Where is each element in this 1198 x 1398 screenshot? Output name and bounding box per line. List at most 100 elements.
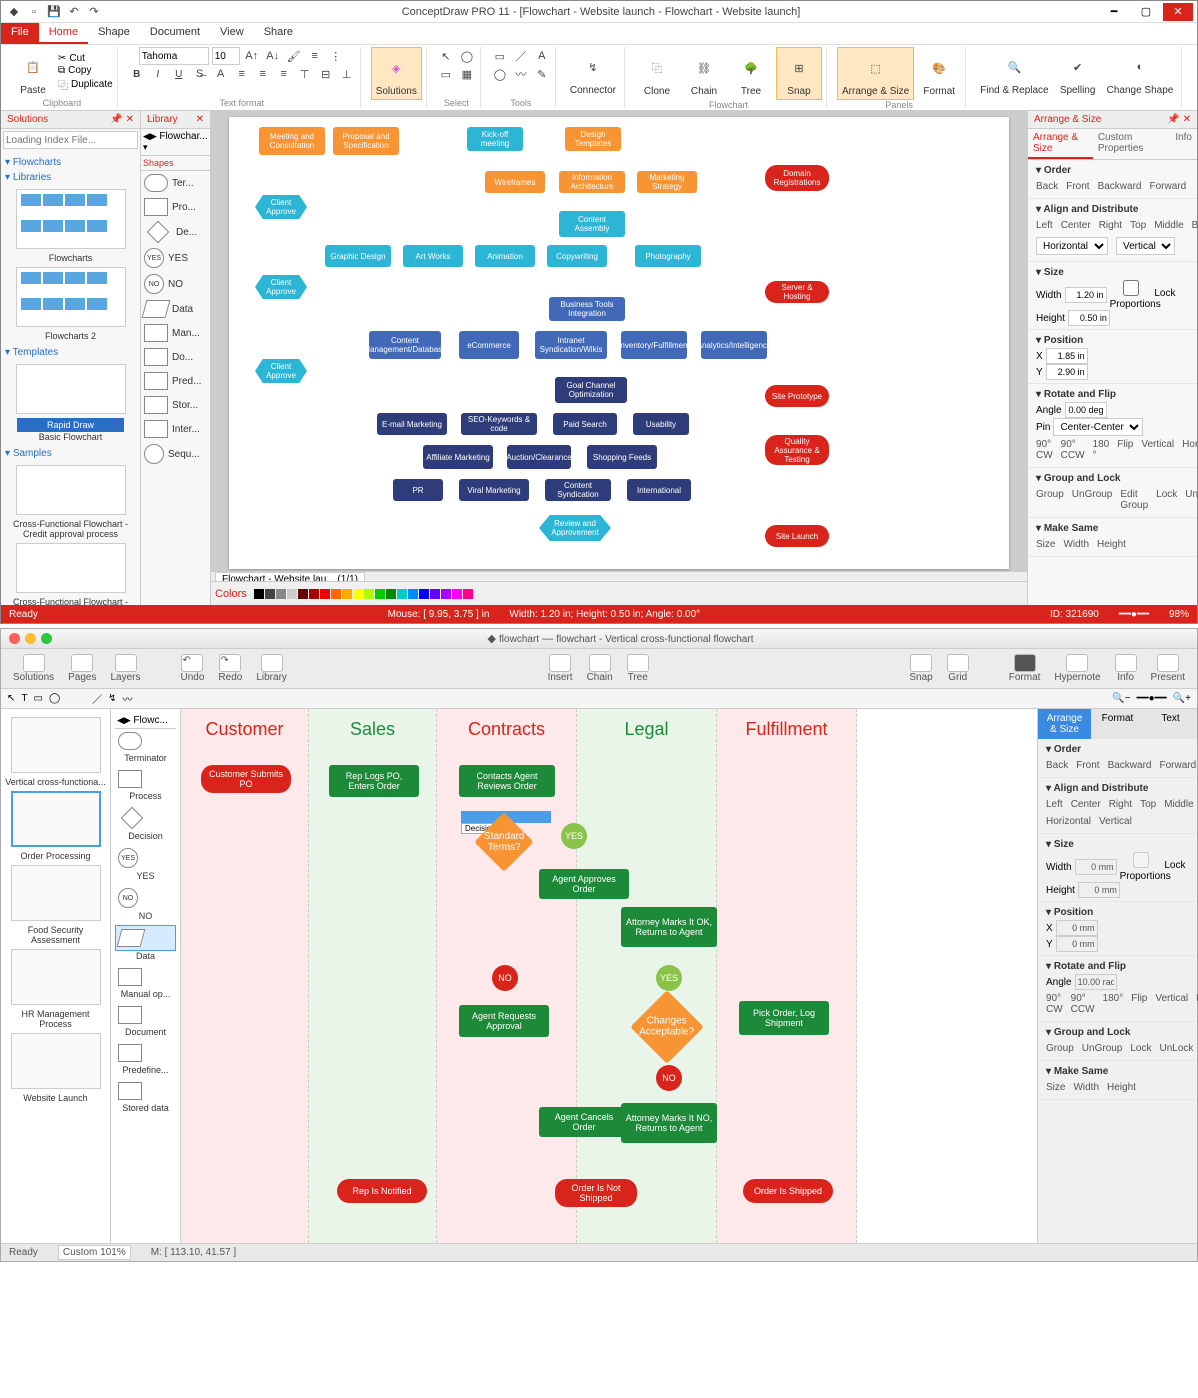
mnode-yes-1[interactable]: YES	[561, 823, 587, 849]
node-meeting[interactable]: Meeting and Consultation	[259, 127, 325, 155]
mnode-yes-2[interactable]: YES	[656, 965, 682, 991]
mnode-pick-order[interactable]: Pick Order, Log Shipment	[739, 1001, 829, 1035]
order-front[interactable]: Front	[1066, 181, 1089, 192]
tool-line-icon[interactable]: ／	[512, 47, 530, 65]
order-backward[interactable]: Backward	[1098, 181, 1142, 192]
node-animation[interactable]: Animation	[475, 245, 535, 267]
tool-rect-icon[interactable]: ▭	[34, 693, 43, 704]
mac-close-button[interactable]	[9, 633, 20, 644]
node-artworks[interactable]: Art Works	[403, 245, 463, 267]
tool-text-icon[interactable]: A	[533, 47, 551, 65]
tb-undo[interactable]: ↶Undo	[177, 652, 209, 685]
node-wireframes[interactable]: Wireframes	[485, 171, 545, 193]
tb-tree[interactable]: Tree	[623, 652, 653, 685]
node-seo[interactable]: SEO-Keywords & code	[461, 413, 537, 435]
font-size-select[interactable]	[212, 47, 240, 65]
macr-tab-arrange[interactable]: Arrange & Size	[1038, 709, 1091, 739]
qat-redo-icon[interactable]: ↷	[85, 3, 103, 21]
width-input[interactable]	[1065, 287, 1107, 303]
tool-ellipse-icon[interactable]: ◯	[491, 65, 509, 83]
find-replace-button[interactable]: 🔍Find & Replace	[976, 47, 1052, 98]
maclib-document[interactable]	[115, 1003, 176, 1027]
mnode-customer-po[interactable]: Customer Submits PO	[201, 765, 291, 793]
mnode-rep-logs[interactable]: Rep Logs PO, Enters Order	[329, 765, 419, 797]
tab-file[interactable]: File	[1, 23, 39, 44]
node-client-approve-2[interactable]: Client Approve	[255, 275, 307, 299]
macsol-thumb-2[interactable]	[11, 865, 101, 921]
tool-curve-icon[interactable]: 〰	[123, 691, 133, 706]
node-launch[interactable]: Site Launch	[765, 525, 829, 547]
sample2-thumb[interactable]	[16, 543, 126, 593]
mnode-no-2[interactable]: NO	[656, 1065, 682, 1091]
panel-pin-icon[interactable]: 📌 ✕	[110, 114, 134, 125]
select-arrow-icon[interactable]: ↖	[437, 47, 455, 65]
chain-button[interactable]: ⛓Chain	[682, 48, 726, 99]
order-back[interactable]: Back	[1036, 181, 1058, 192]
mnode-contacts-agent[interactable]: Contacts Agent Reviews Order	[459, 765, 555, 797]
maclib-stored[interactable]	[115, 1079, 176, 1103]
mnode-rep-notified[interactable]: Rep Is Notified	[337, 1179, 427, 1203]
macsol-thumb-4[interactable]	[11, 1033, 101, 1089]
font-color-icon[interactable]: A	[212, 65, 230, 83]
node-business-tools[interactable]: Business Tools Integration	[549, 297, 625, 321]
mnode-attorney-no[interactable]: Attorney Marks It NO, Returns to Agent	[621, 1103, 717, 1143]
numbering-icon[interactable]: ⋮	[327, 47, 345, 65]
tool-rect-icon[interactable]: ▭	[491, 47, 509, 65]
align-mid-icon[interactable]: ⊟	[317, 65, 335, 83]
mnode-agent-approves[interactable]: Agent Approves Order	[539, 869, 629, 899]
arr-tab-custom[interactable]: Custom Properties	[1093, 129, 1170, 159]
tab-home[interactable]: Home	[39, 23, 88, 44]
strike-icon[interactable]: S̶	[191, 65, 209, 83]
mnode-no-1[interactable]: NO	[492, 965, 518, 991]
libraries-header[interactable]: ▾ Libraries	[5, 170, 136, 185]
tb-solutions[interactable]: Solutions	[9, 652, 58, 685]
underline-icon[interactable]: U	[170, 65, 188, 83]
format-painter-icon[interactable]: 🖌	[285, 47, 303, 65]
tb-redo[interactable]: ↷Redo	[214, 652, 246, 685]
maclib-process[interactable]	[115, 767, 176, 791]
lib-pin-icon[interactable]: ✕	[196, 114, 204, 125]
paste-button[interactable]: 📋Paste	[11, 47, 55, 98]
distribute-v[interactable]: Vertical	[1116, 237, 1175, 255]
bullets-icon[interactable]: ≡	[306, 47, 324, 65]
qat-new-icon[interactable]: ▫	[25, 3, 43, 21]
snap-button[interactable]: ⊞Snap	[776, 47, 822, 100]
lib-decision[interactable]: De...	[141, 219, 210, 245]
node-international[interactable]: International	[627, 479, 691, 501]
node-graphic-design[interactable]: Graphic Design	[325, 245, 391, 267]
tool-curve-icon[interactable]: 〰	[512, 65, 530, 83]
duplicate-button[interactable]: ⿻Duplicate	[58, 77, 113, 92]
tb-layers[interactable]: Layers	[107, 652, 145, 685]
tab-share[interactable]: Share	[254, 23, 303, 44]
minimize-button[interactable]: ━	[1099, 3, 1129, 21]
node-domain[interactable]: Domain Registrations	[765, 165, 829, 191]
solutions-search[interactable]	[3, 131, 138, 149]
node-paid-search[interactable]: Paid Search	[553, 413, 617, 435]
macsol-thumb-1[interactable]	[11, 791, 101, 847]
maclib-yes[interactable]: YES	[115, 845, 176, 871]
spelling-button[interactable]: ✔Spelling	[1056, 47, 1100, 98]
align-right-icon[interactable]: ≡	[275, 65, 293, 83]
arr-tab-info[interactable]: Info	[1170, 129, 1197, 159]
tool-line-icon[interactable]: ／	[92, 691, 102, 706]
tb-chain[interactable]: Chain	[583, 652, 617, 685]
maclib-no[interactable]: NO	[115, 885, 176, 911]
node-review[interactable]: Review and Approvement	[539, 515, 611, 541]
height-input[interactable]	[1068, 310, 1110, 326]
arr-tab-arrange[interactable]: Arrange & Size	[1028, 129, 1093, 159]
mnode-agent-cancels[interactable]: Agent Cancels Order	[539, 1107, 629, 1137]
macr-tab-format[interactable]: Format	[1091, 709, 1144, 739]
node-shopping[interactable]: Shopping Feeds	[587, 445, 657, 469]
lib-internal[interactable]: Inter...	[141, 417, 210, 441]
lib-stored[interactable]: Stor...	[141, 393, 210, 417]
node-proposal[interactable]: Proposal and Specification	[333, 127, 399, 155]
node-cms[interactable]: Content Management/Database	[369, 331, 441, 359]
tb-present[interactable]: Present	[1147, 652, 1189, 685]
node-copywriting[interactable]: Copywriting	[547, 245, 607, 267]
lock-prop[interactable]: Lock Proportions	[1110, 280, 1189, 310]
mac-canvas[interactable]: Customer Sales Contracts Legal Fulfillme…	[181, 709, 1037, 1243]
select-all-icon[interactable]: ▦	[458, 65, 476, 83]
flowcharts-header[interactable]: ▾ Flowcharts	[5, 155, 136, 170]
node-marketing-strategy[interactable]: Marketing Strategy	[637, 171, 697, 193]
tool-ellipse-icon[interactable]: ◯	[49, 693, 60, 704]
